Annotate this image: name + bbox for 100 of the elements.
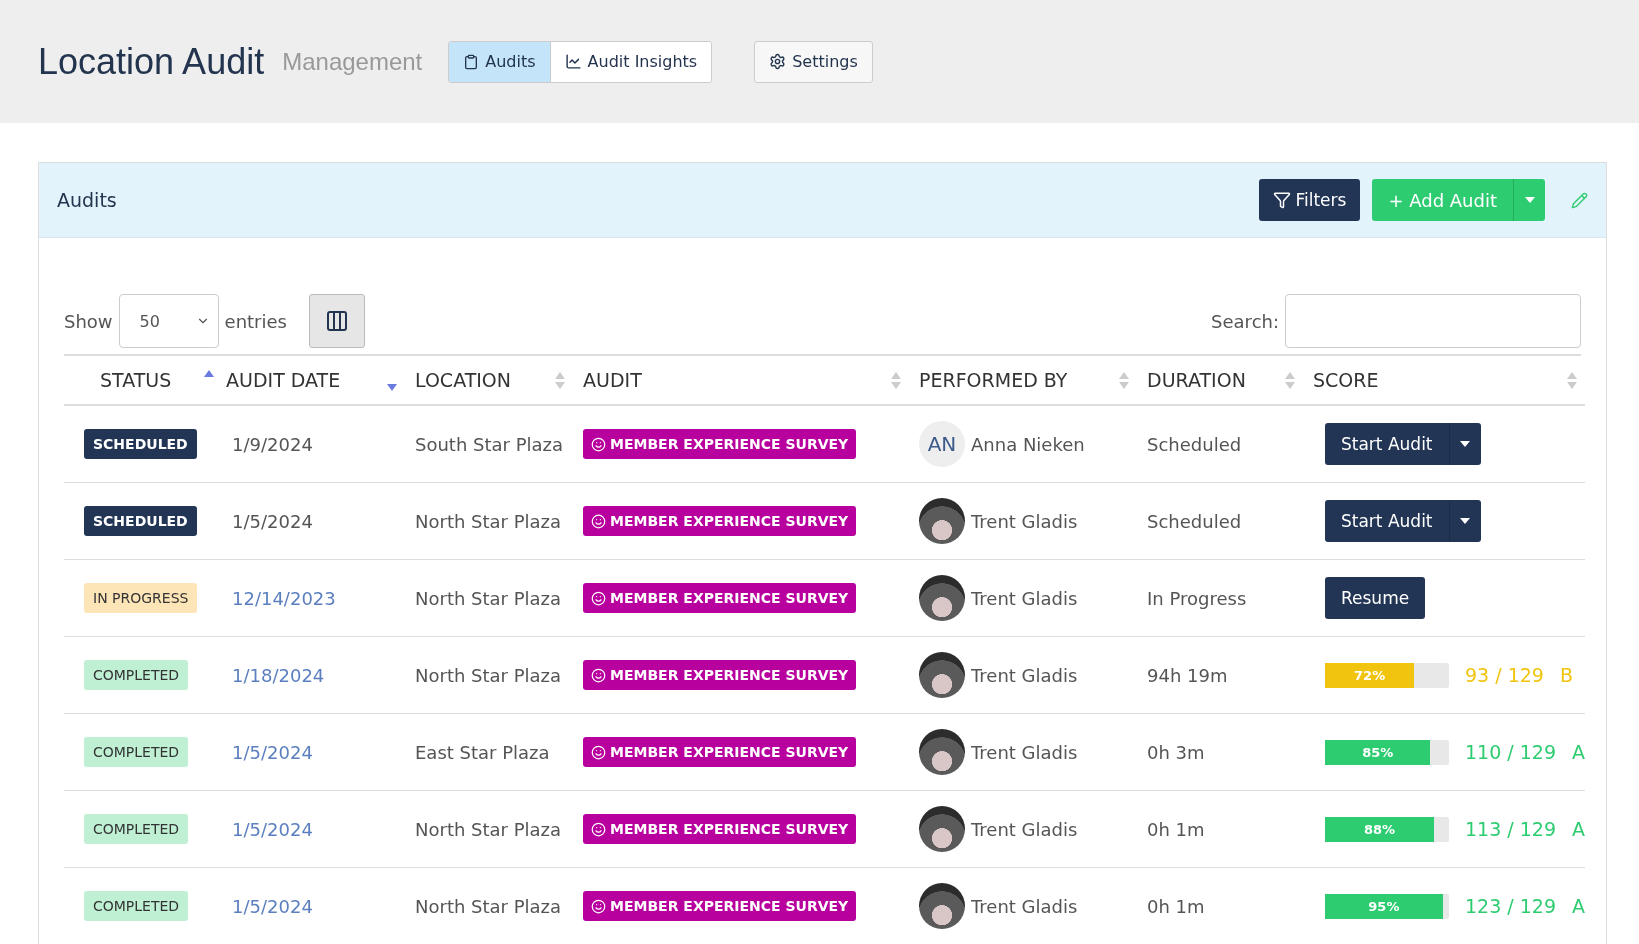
columns-button[interactable] [309, 294, 365, 348]
date-link[interactable]: 1/5/2024 [232, 895, 313, 917]
avatar-photo-placeholder [919, 729, 965, 775]
avatar-photo-placeholder [919, 575, 965, 621]
date-link[interactable]: 1/5/2024 [232, 741, 313, 763]
nav-tab[interactable]: Audit Insights [550, 41, 712, 82]
avatar-photo-placeholder [919, 883, 965, 929]
caret-icon [1460, 441, 1471, 447]
start-audit-split-button[interactable]: Start Audit [1325, 500, 1481, 542]
sort-icon [1119, 371, 1129, 389]
table-cell: 1/9/2024 [232, 433, 313, 455]
table-cell: Trent Gladis [971, 510, 1078, 532]
audit-tag: MEMBER EXPERIENCE SURVEY [583, 891, 857, 921]
sort-icon [1285, 371, 1295, 389]
dropdown-button[interactable] [1448, 423, 1481, 465]
audit-tag: MEMBER EXPERIENCE SURVEY [583, 660, 857, 690]
column-header[interactable]: LOCATION [405, 356, 573, 406]
table-cell: Scheduled [1147, 510, 1242, 532]
dropdown-button[interactable] [1448, 500, 1481, 542]
status-badge: IN PROGRESS [84, 583, 198, 613]
smile-icon [591, 744, 606, 760]
audit-tag: MEMBER EXPERIENCE SURVEY [583, 429, 857, 459]
show-label: Show [64, 310, 113, 332]
avatar-photo-placeholder [919, 498, 965, 544]
start-audit-split-button[interactable]: Start Audit [1325, 423, 1481, 465]
column-header[interactable]: STATUS [64, 356, 222, 406]
entries-select[interactable]: 50 [118, 294, 219, 348]
table-cell: Trent Gladis [971, 664, 1078, 686]
table-cell: North Star Plaza [415, 664, 562, 686]
table-cell: North Star Plaza [415, 587, 562, 609]
table-cell: 94h 19m [1147, 664, 1228, 686]
audit-tag: MEMBER EXPERIENCE SURVEY [583, 583, 857, 613]
score-fill: 85% [1325, 739, 1431, 765]
sort-descending-icon [387, 383, 397, 391]
table-cell: North Star Plaza [415, 895, 562, 917]
score-points: 110 / 129 [1465, 741, 1556, 763]
table-cell: North Star Plaza [415, 510, 562, 532]
score-fill: 88% [1325, 816, 1435, 842]
column-header[interactable]: AUDIT DATE [222, 356, 405, 406]
table-cell: 0h 3m [1147, 741, 1205, 763]
smile-icon [591, 436, 606, 452]
sort-icon [1567, 371, 1577, 389]
table-cell: Trent Gladis [971, 818, 1078, 840]
start-audit-button[interactable]: Start Audit [1325, 423, 1449, 465]
search-label: Search: [1211, 310, 1279, 332]
smile-icon [591, 667, 606, 683]
score-grade: A [1572, 818, 1585, 840]
column-header[interactable]: PERFORMED BY [909, 356, 1137, 406]
start-audit-button[interactable]: Start Audit [1325, 500, 1449, 542]
status-badge: SCHEDULED [84, 429, 197, 459]
line-chart-icon [564, 53, 582, 70]
avatar-photo-placeholder [919, 806, 965, 852]
score-points: 93 / 129 [1465, 664, 1544, 686]
audit-tag: MEMBER EXPERIENCE SURVEY [583, 506, 857, 536]
column-header[interactable]: AUDIT [573, 356, 909, 406]
score-grade: B [1559, 664, 1573, 686]
table-cell: East Star Plaza [415, 741, 550, 763]
column-header[interactable]: DURATION [1137, 356, 1303, 406]
status-badge: COMPLETED [84, 891, 189, 921]
date-link[interactable]: 1/18/2024 [232, 664, 325, 686]
smile-icon [591, 590, 606, 606]
audit-tag: MEMBER EXPERIENCE SURVEY [583, 814, 857, 844]
filters-button[interactable]: Filters [1259, 179, 1361, 221]
smile-icon [591, 898, 606, 914]
score-grade: A [1572, 895, 1585, 917]
score-points: 123 / 129 [1465, 895, 1556, 917]
audit-tag: MEMBER EXPERIENCE SURVEY [583, 737, 857, 767]
status-badge: COMPLETED [84, 660, 189, 690]
card-title: Audits [57, 189, 118, 211]
smile-icon [591, 513, 606, 529]
settings-icon [769, 53, 787, 70]
table-cell: Trent Gladis [971, 741, 1078, 763]
filter-icon [1273, 191, 1292, 209]
column-header[interactable]: SCORE [1303, 356, 1585, 406]
avatar-photo-placeholder [919, 652, 965, 698]
table-cell: Anna Nieken [971, 433, 1085, 455]
score-points: 113 / 129 [1465, 818, 1556, 840]
settings-button[interactable]: Settings [754, 40, 873, 83]
avatar-initials: AN [919, 421, 965, 467]
table-cell: Trent Gladis [971, 587, 1078, 609]
status-badge: COMPLETED [84, 737, 189, 767]
score-fill: 72% [1325, 662, 1415, 688]
status-badge: COMPLETED [84, 814, 189, 844]
columns-icon [325, 309, 349, 333]
table-cell: Scheduled [1147, 433, 1242, 455]
entries-label: entries [224, 310, 287, 332]
nav-tab[interactable]: Audits [449, 41, 551, 82]
table-cell: 0h 1m [1147, 895, 1205, 917]
search-field[interactable] [1285, 294, 1581, 348]
date-link[interactable]: 12/14/2023 [232, 587, 336, 609]
sort-ascending-icon [204, 369, 214, 377]
caret-icon [1524, 197, 1535, 203]
date-link[interactable]: 1/5/2024 [232, 818, 313, 840]
smile-icon [591, 821, 606, 837]
table-cell: North Star Plaza [415, 818, 562, 840]
table-cell: In Progress [1147, 587, 1247, 609]
table-cell: 1/5/2024 [232, 510, 313, 532]
page-title: Location Audit [38, 40, 265, 83]
score-grade: A [1572, 741, 1585, 763]
resume-button[interactable]: Resume [1325, 577, 1426, 619]
